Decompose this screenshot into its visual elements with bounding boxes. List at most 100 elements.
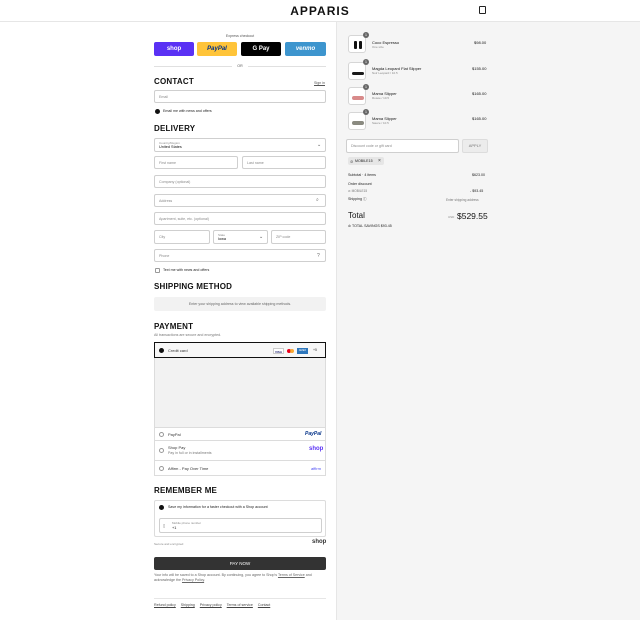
news-checkbox[interactable]	[155, 109, 160, 114]
paypal-radio[interactable]	[159, 432, 164, 437]
last-name-input[interactable]: Last name	[242, 156, 326, 169]
shop-pay-radio[interactable]	[159, 448, 164, 453]
amex-icon: AMEX	[297, 348, 308, 354]
venmo-express-button[interactable]: venmo	[285, 42, 326, 56]
divider	[248, 66, 326, 67]
state-value: Iowa	[218, 237, 227, 241]
brand-logo[interactable]: APPARIS	[0, 4, 640, 18]
shop-pay-option[interactable]: Shop Pay Pay in full or in installments …	[154, 441, 326, 461]
close-icon[interactable]: ×	[378, 158, 381, 164]
paypal-express-button[interactable]: PayPal	[197, 42, 237, 56]
apartment-input[interactable]: Apartment, suite, etc. (optional)	[154, 212, 326, 225]
cart-item-quantity: 1	[363, 59, 369, 65]
affirm-radio[interactable]	[159, 466, 164, 471]
footer-link-refund[interactable]: Refund policy	[154, 603, 176, 607]
credit-card-option[interactable]: Credit card VISA AMEX +5	[154, 342, 326, 358]
news-checkbox-label: Email me with news and offers	[163, 109, 212, 113]
express-checkout-label: Express checkout	[225, 34, 255, 38]
discount-code-input[interactable]: Discount code or gift card	[346, 139, 459, 153]
discount-tag-label: MOBILE15	[355, 159, 373, 163]
cart-item-image	[348, 87, 366, 105]
cart-item-image	[348, 112, 366, 130]
cart-item-quantity: 1	[363, 32, 369, 38]
pay-now-button[interactable]: PAY NOW	[154, 557, 326, 570]
terms-link[interactable]: Terms of Service	[278, 573, 305, 577]
phone-icon: ▯	[163, 523, 166, 528]
order-summary-panel	[336, 22, 640, 620]
shopping-bag-icon[interactable]	[479, 6, 486, 14]
help-icon[interactable]: ⓘ	[363, 197, 367, 201]
cart-item-variant: Noir Leopard / 10.5	[372, 71, 398, 75]
shop-pay-logo: shop	[309, 446, 324, 452]
mastercard-icon	[286, 348, 295, 354]
order-discount-code-text: MOBILE15	[351, 189, 368, 193]
sign-in-link[interactable]: Sign in	[314, 81, 325, 85]
shipping-info-box: Enter your shipping address to view avai…	[154, 297, 326, 311]
shop-pay-label: Shop Pay	[168, 445, 186, 450]
privacy-link[interactable]: Privacy Policy	[182, 578, 204, 582]
text-offers-checkbox[interactable]	[155, 268, 160, 273]
paypal-option[interactable]: PayPal PayPal	[154, 427, 326, 441]
total-value: $529.55	[457, 211, 488, 221]
google-pay-express-button[interactable]: G Pay	[241, 42, 281, 56]
company-input[interactable]: Company (optional)	[154, 175, 326, 188]
discount-code-placeholder: Discount code or gift card	[351, 144, 392, 148]
payment-heading: PAYMENT	[154, 322, 194, 331]
cart-item-variant: Rosée / 10.5	[372, 96, 390, 100]
cart-item-price: $155.00	[472, 66, 487, 71]
more-cards-label: +5	[313, 348, 317, 352]
help-icon[interactable]: ?	[317, 253, 320, 259]
total-label: Total	[348, 211, 365, 220]
footer-link-terms[interactable]: Terms of service	[227, 603, 253, 607]
affirm-option[interactable]: Affirm - Pay Over Time affirm	[154, 461, 326, 476]
total-savings-value: $93.45	[380, 224, 392, 228]
phone-input[interactable]: Phone ?	[154, 249, 326, 262]
shop-pay-express-button[interactable]: shop	[154, 42, 194, 56]
shipping-note: Enter your shipping address to view avai…	[188, 302, 292, 306]
address-input[interactable]: Address ⌕	[154, 194, 326, 207]
chevron-down-icon: ⌄	[317, 142, 322, 148]
or-divider-label: OR	[237, 64, 243, 68]
shipping-label-text: Shipping	[348, 197, 362, 201]
mobile-value: +1	[172, 526, 177, 530]
state-select[interactable]: State Iowa ⌄	[213, 230, 268, 244]
footer-link-privacy[interactable]: Privacy policy	[200, 603, 222, 607]
country-value: United States	[159, 145, 182, 149]
footer-link-contact[interactable]: Contact	[258, 603, 270, 607]
total-savings: ⊘ TOTAL SAVINGS $93.45	[348, 224, 392, 228]
cart-item-quantity: 1	[363, 84, 369, 90]
save-info-checkbox[interactable]	[159, 505, 164, 510]
visa-icon: VISA	[273, 348, 284, 354]
secure-label: Secure and encrypted	[154, 542, 184, 546]
mobile-label: Mobile phone number	[172, 521, 202, 525]
order-discount-value: - $93.45	[470, 189, 484, 193]
cart-item-price: $165.00	[472, 116, 487, 121]
order-discount-label: Order discount	[348, 182, 372, 186]
cart-item-price: $165.00	[472, 91, 487, 96]
cart-item-quantity: 1	[363, 109, 369, 115]
mobile-phone-input[interactable]: ▯ Mobile phone number +1	[159, 518, 322, 533]
last-name-placeholder: Last name	[247, 161, 264, 165]
phone-placeholder: Phone	[159, 254, 170, 258]
cart-item-variant: Sauce / 10.5	[372, 121, 389, 125]
city-input[interactable]: City	[154, 230, 210, 244]
zip-input[interactable]: ZIP code	[271, 230, 326, 244]
shop-logo: shop	[312, 539, 327, 545]
credit-card-radio[interactable]	[159, 348, 164, 353]
chevron-down-icon: ⌄	[259, 234, 264, 240]
first-name-input[interactable]: First name	[154, 156, 238, 169]
paypal-label: PayPal	[168, 432, 181, 437]
footer-link-shipping[interactable]: Shipping	[181, 603, 195, 607]
legal-text-body: Your info will be saved to a Shop accoun…	[154, 573, 278, 577]
apartment-placeholder: Apartment, suite, etc. (optional)	[159, 217, 209, 221]
search-icon: ⌕	[316, 197, 319, 203]
company-placeholder: Company (optional)	[159, 180, 191, 184]
shipping-method-heading: SHIPPING METHOD	[154, 282, 233, 291]
apply-discount-button[interactable]: APPLY	[462, 139, 488, 153]
cart-item-variant: One size	[372, 45, 384, 49]
remember-me-heading: REMEMBER ME	[154, 486, 218, 495]
order-discount-code: ⊘ MOBILE15	[348, 189, 367, 193]
cart-item-image	[348, 35, 366, 53]
email-input[interactable]: Email	[154, 90, 326, 103]
country-select[interactable]: Country/Region United States ⌄	[154, 138, 326, 152]
